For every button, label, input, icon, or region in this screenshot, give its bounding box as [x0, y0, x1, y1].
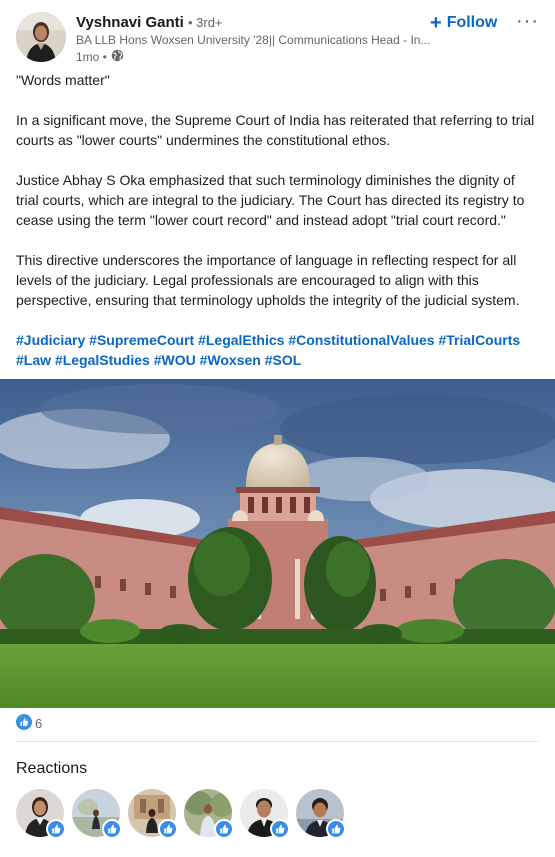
hashtag-link[interactable]: #SOL	[265, 352, 302, 368]
post-paragraph: "Words matter"	[16, 72, 110, 88]
author-avatar[interactable]	[16, 12, 66, 62]
post-body: "Words matter" In a significant move, th…	[16, 70, 541, 370]
author-name-row: Vyshnavi Ganti • 3rd+	[76, 13, 223, 33]
hashtag-link[interactable]: #TrialCourts	[438, 332, 520, 348]
post-paragraph: In a significant move, the Supreme Court…	[16, 112, 535, 148]
hashtag-link[interactable]: #LegalStudies	[55, 352, 150, 368]
like-icon	[326, 819, 346, 839]
like-icon	[102, 819, 122, 839]
hashtag-link[interactable]: #WOU	[154, 352, 196, 368]
more-options-button[interactable]: ···	[516, 10, 539, 33]
reactor-avatar[interactable]	[240, 789, 290, 839]
social-counts[interactable]: 6	[16, 714, 42, 733]
post-paragraph: Justice Abhay S Oka emphasized that such…	[16, 172, 525, 228]
hashtags: #Judiciary #SupremeCourt #LegalEthics #C…	[16, 330, 541, 370]
like-icon	[46, 819, 66, 839]
divider	[16, 741, 539, 742]
post-time: 1mo •	[76, 50, 107, 64]
post-image[interactable]	[0, 379, 555, 708]
hashtag-link[interactable]: #Judiciary	[16, 332, 85, 348]
hashtag-link[interactable]: #LegalEthics	[198, 332, 284, 348]
connection-degree: • 3rd+	[187, 15, 223, 30]
like-icon	[214, 819, 234, 839]
post-paragraph: This directive underscores the importanc…	[16, 252, 520, 308]
reactor-list	[16, 789, 346, 839]
reactions-heading: Reactions	[16, 760, 88, 777]
hashtag-link[interactable]: #Woxsen	[200, 352, 261, 368]
like-icon	[158, 819, 178, 839]
reaction-count: 6	[35, 716, 43, 731]
globe-icon	[111, 49, 124, 66]
follow-label: Follow	[446, 14, 498, 31]
reactor-avatar[interactable]	[72, 789, 122, 839]
author-headline: BA LLB Hons Woxsen University '28|| Comm…	[76, 33, 431, 47]
hashtag-link[interactable]: #SupremeCourt	[89, 332, 194, 348]
hashtag-link[interactable]: #Law	[16, 352, 51, 368]
reactor-avatar[interactable]	[184, 789, 234, 839]
hashtag-link[interactable]: #ConstitutionalValues	[288, 332, 434, 348]
follow-button[interactable]: + Follow	[430, 12, 497, 34]
post-meta: 1mo •	[76, 49, 124, 66]
like-icon	[270, 819, 290, 839]
reactor-avatar[interactable]	[296, 789, 346, 839]
post-header: Vyshnavi Ganti • 3rd+ BA LLB Hons Woxsen…	[16, 10, 539, 66]
reactor-avatar[interactable]	[16, 789, 66, 839]
author-name[interactable]: Vyshnavi Ganti	[76, 14, 184, 31]
plus-icon: +	[430, 12, 442, 34]
reactor-avatar[interactable]	[128, 789, 178, 839]
like-icon	[16, 714, 32, 733]
